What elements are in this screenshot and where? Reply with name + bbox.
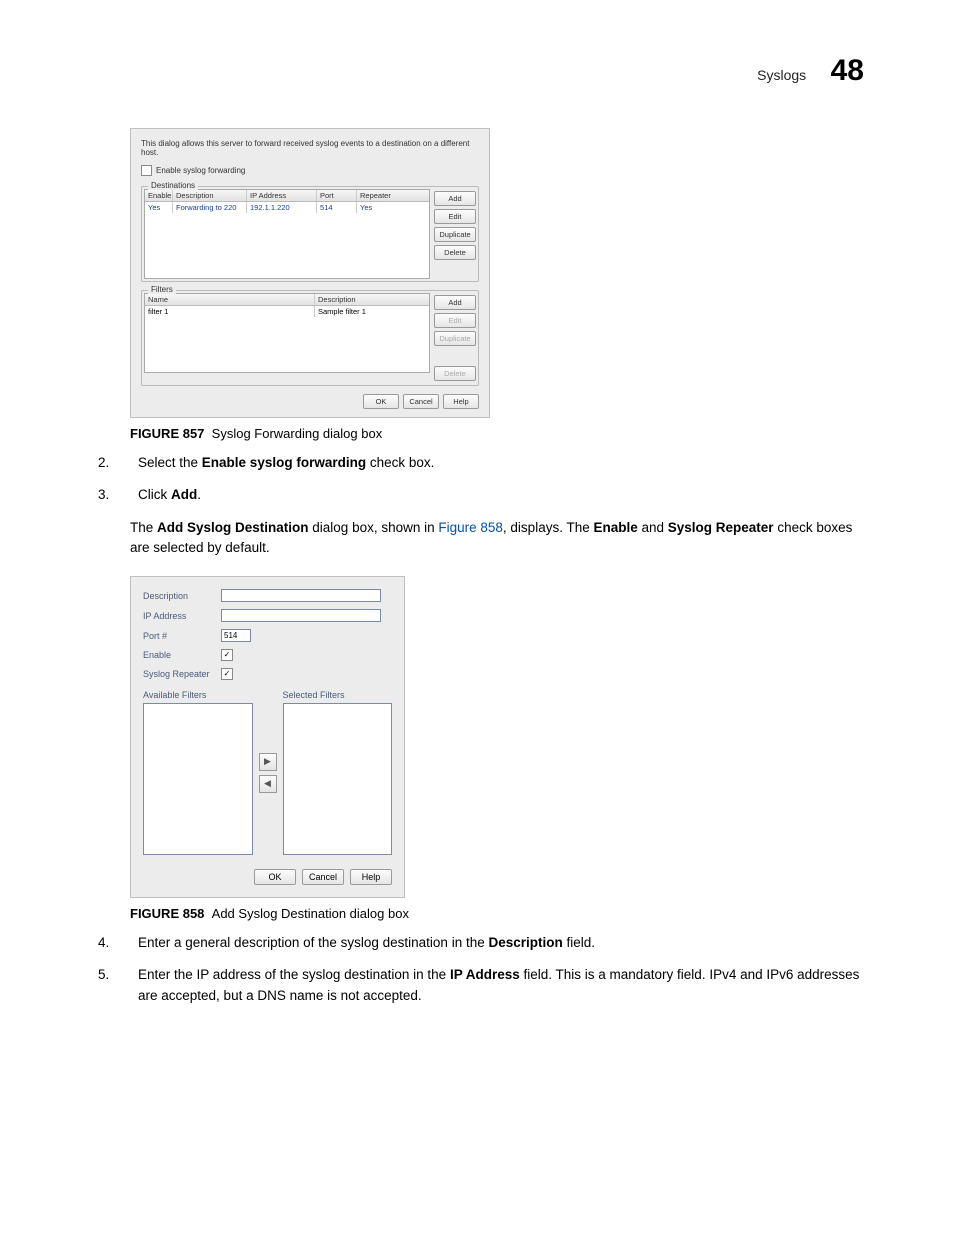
available-filters-label: Available Filters: [143, 690, 253, 700]
step-4: 4. Enter a general description of the sy…: [90, 933, 864, 953]
destinations-duplicate-button[interactable]: Duplicate: [434, 227, 476, 242]
ip-address-label: IP Address: [143, 611, 221, 621]
move-left-button[interactable]: ◀: [259, 775, 277, 793]
col-name[interactable]: Name: [145, 294, 315, 305]
step-5: 5. Enter the IP address of the syslog de…: [90, 965, 864, 1006]
table-row[interactable]: Yes Forwarding to 220 192.1.1.220 514 Ye…: [145, 202, 429, 213]
col-filter-description[interactable]: Description: [315, 294, 415, 305]
destinations-delete-button[interactable]: Delete: [434, 245, 476, 260]
header-section: Syslogs: [757, 67, 806, 83]
step-3: 3. Click Add.: [90, 485, 864, 505]
available-filters-list[interactable]: [143, 703, 253, 855]
description-field[interactable]: [221, 589, 381, 602]
cell-enable: Yes: [145, 202, 173, 213]
col-enable[interactable]: Enable: [145, 190, 173, 201]
cell-description: Forwarding to 220: [173, 202, 247, 213]
step-2: 2. Select the Enable syslog forwarding c…: [90, 453, 864, 473]
cell-filter-name: filter 1: [145, 306, 315, 317]
destinations-edit-button[interactable]: Edit: [434, 209, 476, 224]
step-3-subtext: The Add Syslog Destination dialog box, s…: [130, 518, 864, 559]
add-syslog-destination-dialog: Description IP Address Port # 514 Enable…: [130, 576, 405, 898]
col-ip-address[interactable]: IP Address: [247, 190, 317, 201]
cancel-button[interactable]: Cancel: [403, 394, 439, 409]
syslog-repeater-checkbox[interactable]: ✓: [221, 668, 233, 680]
page-header: Syslogs 48: [90, 54, 864, 88]
selected-filters-label: Selected Filters: [283, 690, 393, 700]
selected-filters-list[interactable]: [283, 703, 393, 855]
move-right-button[interactable]: ▶: [259, 753, 277, 771]
step-number: 5.: [90, 965, 138, 1006]
cell-repeater: Yes: [357, 202, 397, 213]
figure-857-caption: FIGURE 857 Syslog Forwarding dialog box: [130, 426, 864, 441]
help-button[interactable]: Help: [350, 869, 392, 885]
help-button[interactable]: Help: [443, 394, 479, 409]
header-page-number: 48: [831, 54, 864, 88]
destinations-table[interactable]: Enable Description IP Address Port Repea…: [144, 189, 430, 279]
port-label: Port #: [143, 631, 221, 641]
ok-button[interactable]: OK: [363, 394, 399, 409]
col-repeater[interactable]: Repeater: [357, 190, 397, 201]
dialog-intro-text: This dialog allows this server to forwar…: [141, 139, 479, 157]
figure-858-caption: FIGURE 858 Add Syslog Destination dialog…: [130, 906, 864, 921]
ok-button[interactable]: OK: [254, 869, 296, 885]
col-port[interactable]: Port: [317, 190, 357, 201]
enable-forwarding-label: Enable syslog forwarding: [156, 166, 245, 175]
destinations-panel-title: Destinations: [148, 181, 198, 190]
filters-delete-button[interactable]: Delete: [434, 366, 476, 381]
port-field[interactable]: 514: [221, 629, 251, 642]
enable-checkbox[interactable]: ✓: [221, 649, 233, 661]
col-description[interactable]: Description: [173, 190, 247, 201]
filters-edit-button[interactable]: Edit: [434, 313, 476, 328]
syslog-repeater-label: Syslog Repeater: [143, 669, 221, 679]
table-row[interactable]: filter 1 Sample filter 1: [145, 306, 429, 317]
cell-ip: 192.1.1.220: [247, 202, 317, 213]
ip-address-field[interactable]: [221, 609, 381, 622]
cell-port: 514: [317, 202, 357, 213]
syslog-forwarding-dialog: This dialog allows this server to forwar…: [130, 128, 490, 418]
enable-label: Enable: [143, 650, 221, 660]
description-label: Description: [143, 591, 221, 601]
cell-filter-description: Sample filter 1: [315, 306, 415, 317]
figure-858-link[interactable]: Figure 858: [438, 520, 503, 535]
filters-panel-title: Filters: [148, 285, 176, 294]
cancel-button[interactable]: Cancel: [302, 869, 344, 885]
filters-table[interactable]: Name Description filter 1 Sample filter …: [144, 293, 430, 373]
filters-add-button[interactable]: Add: [434, 295, 476, 310]
enable-forwarding-checkbox[interactable]: [141, 165, 152, 176]
step-number: 2.: [90, 453, 138, 473]
step-number: 3.: [90, 485, 138, 505]
destinations-add-button[interactable]: Add: [434, 191, 476, 206]
filters-duplicate-button[interactable]: Duplicate: [434, 331, 476, 346]
step-number: 4.: [90, 933, 138, 953]
